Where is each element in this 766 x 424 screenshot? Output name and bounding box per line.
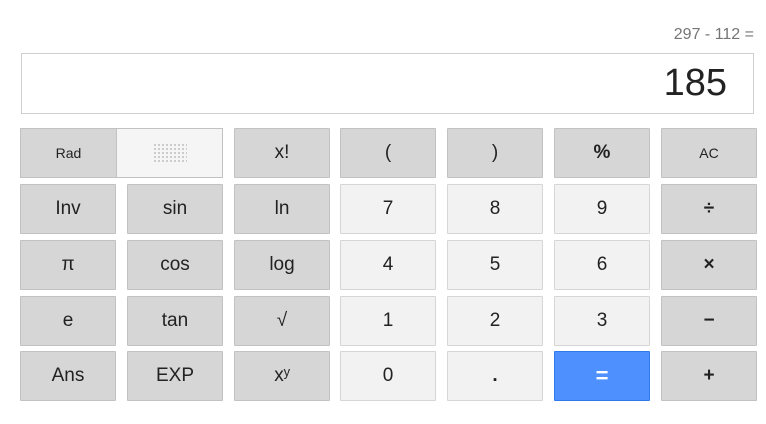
decimal-point-button[interactable]: . — [447, 351, 543, 401]
angle-mode-toggle[interactable]: Rad — [20, 128, 223, 178]
e-button[interactable]: e — [20, 296, 116, 346]
digit-2-button[interactable]: 2 — [447, 296, 543, 346]
digit-5-button[interactable]: 5 — [447, 240, 543, 290]
right-paren-button[interactable]: ) — [447, 128, 543, 178]
ans-button[interactable]: Ans — [20, 351, 116, 401]
expression-history: 297 - 112 = — [673, 26, 754, 43]
left-paren-button[interactable]: ( — [340, 128, 436, 178]
result-display: 185 — [21, 53, 754, 114]
clear-button[interactable]: AC — [661, 128, 757, 178]
grid-dots-icon — [152, 143, 187, 163]
rad-button[interactable]: Rad — [21, 129, 117, 177]
divide-button[interactable]: ÷ — [661, 184, 757, 234]
digit-4-button[interactable]: 4 — [340, 240, 436, 290]
digit-8-button[interactable]: 8 — [447, 184, 543, 234]
ln-button[interactable]: ln — [234, 184, 330, 234]
percent-button[interactable]: % — [554, 128, 650, 178]
log-button[interactable]: log — [234, 240, 330, 290]
minus-button[interactable]: − — [661, 296, 757, 346]
exp-button[interactable]: EXP — [127, 351, 223, 401]
inverse-button[interactable]: Inv — [20, 184, 116, 234]
factorial-button[interactable]: x! — [234, 128, 330, 178]
digit-3-button[interactable]: 3 — [554, 296, 650, 346]
deg-toggle-button[interactable] — [117, 129, 222, 177]
digit-9-button[interactable]: 9 — [554, 184, 650, 234]
cos-button[interactable]: cos — [127, 240, 223, 290]
plus-button[interactable]: + — [661, 351, 757, 401]
pi-button[interactable]: π — [20, 240, 116, 290]
sqrt-button[interactable]: √ — [234, 296, 330, 346]
digit-6-button[interactable]: 6 — [554, 240, 650, 290]
multiply-button[interactable]: × — [661, 240, 757, 290]
digit-0-button[interactable]: 0 — [340, 351, 436, 401]
digit-1-button[interactable]: 1 — [340, 296, 436, 346]
power-button[interactable]: xʸ — [234, 351, 330, 401]
tan-button[interactable]: tan — [127, 296, 223, 346]
calculator: 297 - 112 = 185 Rad x! ( ) % AC Inv sin … — [0, 0, 766, 424]
digit-7-button[interactable]: 7 — [340, 184, 436, 234]
result-value: 185 — [663, 62, 727, 104]
equals-button[interactable]: = — [554, 351, 650, 401]
sin-button[interactable]: sin — [127, 184, 223, 234]
